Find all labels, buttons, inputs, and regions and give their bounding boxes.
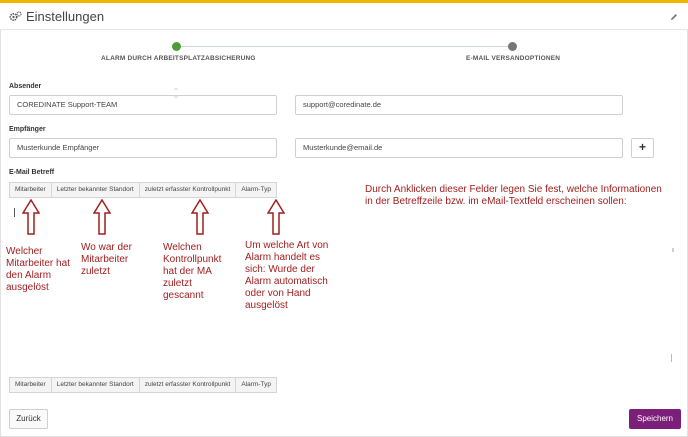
body-chip-standort[interactable]: Letzter bekannter Standort <box>51 377 140 393</box>
spinner-icon <box>173 87 179 99</box>
annotation-alarmtyp: Um welche Art von Alarm handelt es sich:… <box>245 240 329 311</box>
step-label-alarm[interactable]: ALARM DURCH ARBEITSPLATZABSICHERUNG <box>101 55 256 62</box>
gears-icon <box>9 11 22 22</box>
subject-label: E-Mail Betreff <box>9 169 55 176</box>
annotation-kontrollpunkt: Welchen Kontrollpunkt hat der MA zuletzt… <box>163 242 222 301</box>
editor-resize-handle[interactable] <box>667 354 672 362</box>
step-dot-email[interactable] <box>508 42 517 51</box>
add-recipient-button[interactable]: + <box>631 138 654 158</box>
annotation-standort: Wo war der Mitarbeiter zuletzt <box>81 242 132 277</box>
page-title-text: Einstellungen <box>26 9 105 24</box>
back-button[interactable]: Zurück <box>9 409 48 429</box>
step-label-email[interactable]: E-MAIL VERSANDOPTIONEN <box>466 55 560 62</box>
panel-header: Einstellungen <box>0 3 688 30</box>
arrow-up-icon <box>267 199 285 235</box>
arrow-up-icon <box>22 199 40 235</box>
arrow-up-icon <box>93 199 111 235</box>
sender-label: Absender <box>9 83 42 90</box>
body-chip-alarmtyp[interactable]: Alarm-Typ <box>236 377 277 393</box>
pencil-icon[interactable] <box>670 13 678 21</box>
subject-chip-row: Mitarbeiter Letzter bekannter Standort z… <box>9 182 277 198</box>
sender-email-field[interactable]: support@coredinate.de <box>295 95 623 115</box>
step-dot-alarm[interactable] <box>172 42 181 51</box>
recipient-label: Empfänger <box>9 126 46 133</box>
subject-chip-mitarbeiter[interactable]: Mitarbeiter <box>9 182 52 198</box>
body-chip-row: Mitarbeiter Letzter bekannter Standort z… <box>9 377 277 393</box>
annotation-mitarbeiter: Welcher Mitarbeiter hat den Alarm ausgel… <box>6 246 70 293</box>
body-chip-kontrollpunkt[interactable]: zuletzt erfasster Kontrollpunkt <box>139 377 237 393</box>
recipient-name-field[interactable]: Musterkunde Empfänger <box>9 138 277 158</box>
save-button[interactable]: Speichern <box>629 409 681 429</box>
subject-chip-standort[interactable]: Letzter bekannter Standort <box>51 182 140 198</box>
text-caret <box>14 208 15 217</box>
editor-edge-mark <box>672 248 674 252</box>
subject-chip-alarmtyp[interactable]: Alarm-Typ <box>236 182 277 198</box>
subject-chip-kontrollpunkt[interactable]: zuletzt erfasster Kontrollpunkt <box>139 182 237 198</box>
arrow-up-icon <box>191 199 209 235</box>
annotation-intro: Durch Anklicken dieser Felder legen Sie … <box>365 184 662 207</box>
recipient-email-field[interactable]: Musterkunde@email.de <box>295 138 623 158</box>
stepper-line <box>176 46 512 47</box>
sender-name-field[interactable]: COREDINATE Support-TEAM <box>9 95 277 115</box>
body-chip-mitarbeiter[interactable]: Mitarbeiter <box>9 377 52 393</box>
page-title: Einstellungen <box>9 9 104 24</box>
